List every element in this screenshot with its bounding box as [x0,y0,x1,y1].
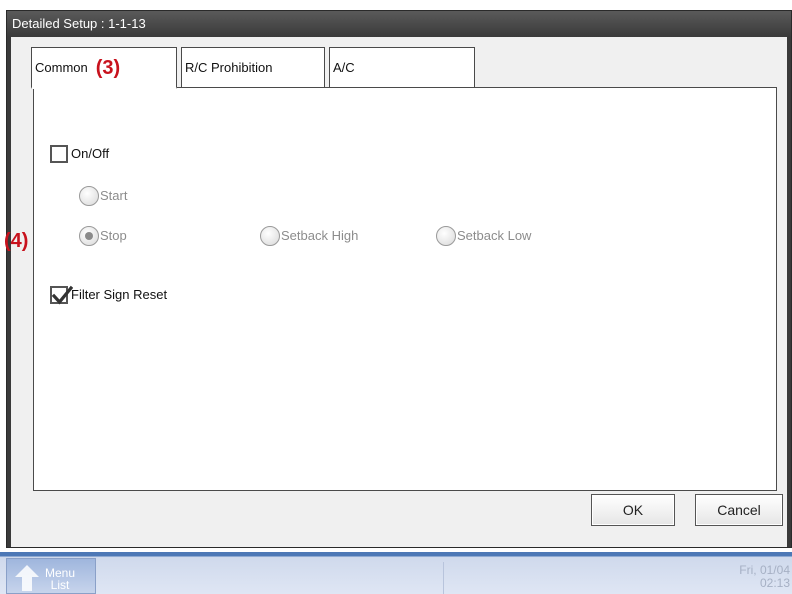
cancel-button[interactable]: Cancel [695,494,783,526]
stop-option[interactable]: Stop [79,224,127,246]
setback-high-option[interactable]: Setback High [260,224,358,246]
tab-rc-prohibition[interactable]: R/C Prohibition [181,47,325,87]
tab-ac-label: A/C [333,60,355,75]
detailed-setup-window: Detailed Setup : 1-1-13 Common (3) R/C Pr… [6,10,792,548]
tab-rc-prohibition-label: R/C Prohibition [185,60,273,75]
tab-common-label: Common [35,60,88,75]
ok-button[interactable]: OK [591,494,675,526]
filter-sign-reset-checkbox[interactable] [50,285,73,305]
on-off-label: On/Off [71,145,110,161]
menu-list-label: Menu List [45,567,75,591]
stop-radio[interactable] [79,225,99,246]
annotation-3: (3) [95,56,121,79]
filter-sign-reset-option[interactable]: Filter Sign Reset [50,283,167,305]
taskbar-divider [443,562,444,594]
menu-list-button[interactable]: Menu List [6,558,96,594]
tab-common[interactable]: Common (3) [31,47,177,89]
setback-low-label: Setback Low [457,227,532,243]
screen: Detailed Setup : 1-1-13 Common (3) R/C Pr… [0,0,792,594]
setback-high-label: Setback High [281,227,359,243]
window-client-area: Common (3) R/C Prohibition A/C On/Off Sta… [11,37,787,547]
setback-low-radio[interactable] [436,225,456,246]
window-title: Detailed Setup : 1-1-13 [7,11,791,37]
start-radio[interactable] [79,185,99,206]
arrow-up-icon [15,565,39,591]
stop-label: Stop [100,227,127,243]
start-label: Start [100,187,128,203]
filter-sign-reset-label: Filter Sign Reset [71,286,168,302]
setback-low-option[interactable]: Setback Low [436,224,531,246]
clock-time: 02:13 [759,576,790,590]
common-settings-panel: On/Off Start Stop Setback High Setback L… [33,87,777,491]
check-icon [51,285,73,305]
annotation-4: (4) [4,230,29,252]
on-off-option[interactable]: On/Off [50,142,109,164]
on-off-checkbox[interactable] [50,144,68,163]
clock: Fri, 01/04 02:13 [739,564,790,590]
taskbar: Menu List Fri, 01/04 02:13 [0,552,792,594]
menu-label-line2: List [50,578,70,592]
start-option[interactable]: Start [79,184,127,206]
setback-high-radio[interactable] [260,225,280,246]
tab-ac[interactable]: A/C [329,47,475,87]
